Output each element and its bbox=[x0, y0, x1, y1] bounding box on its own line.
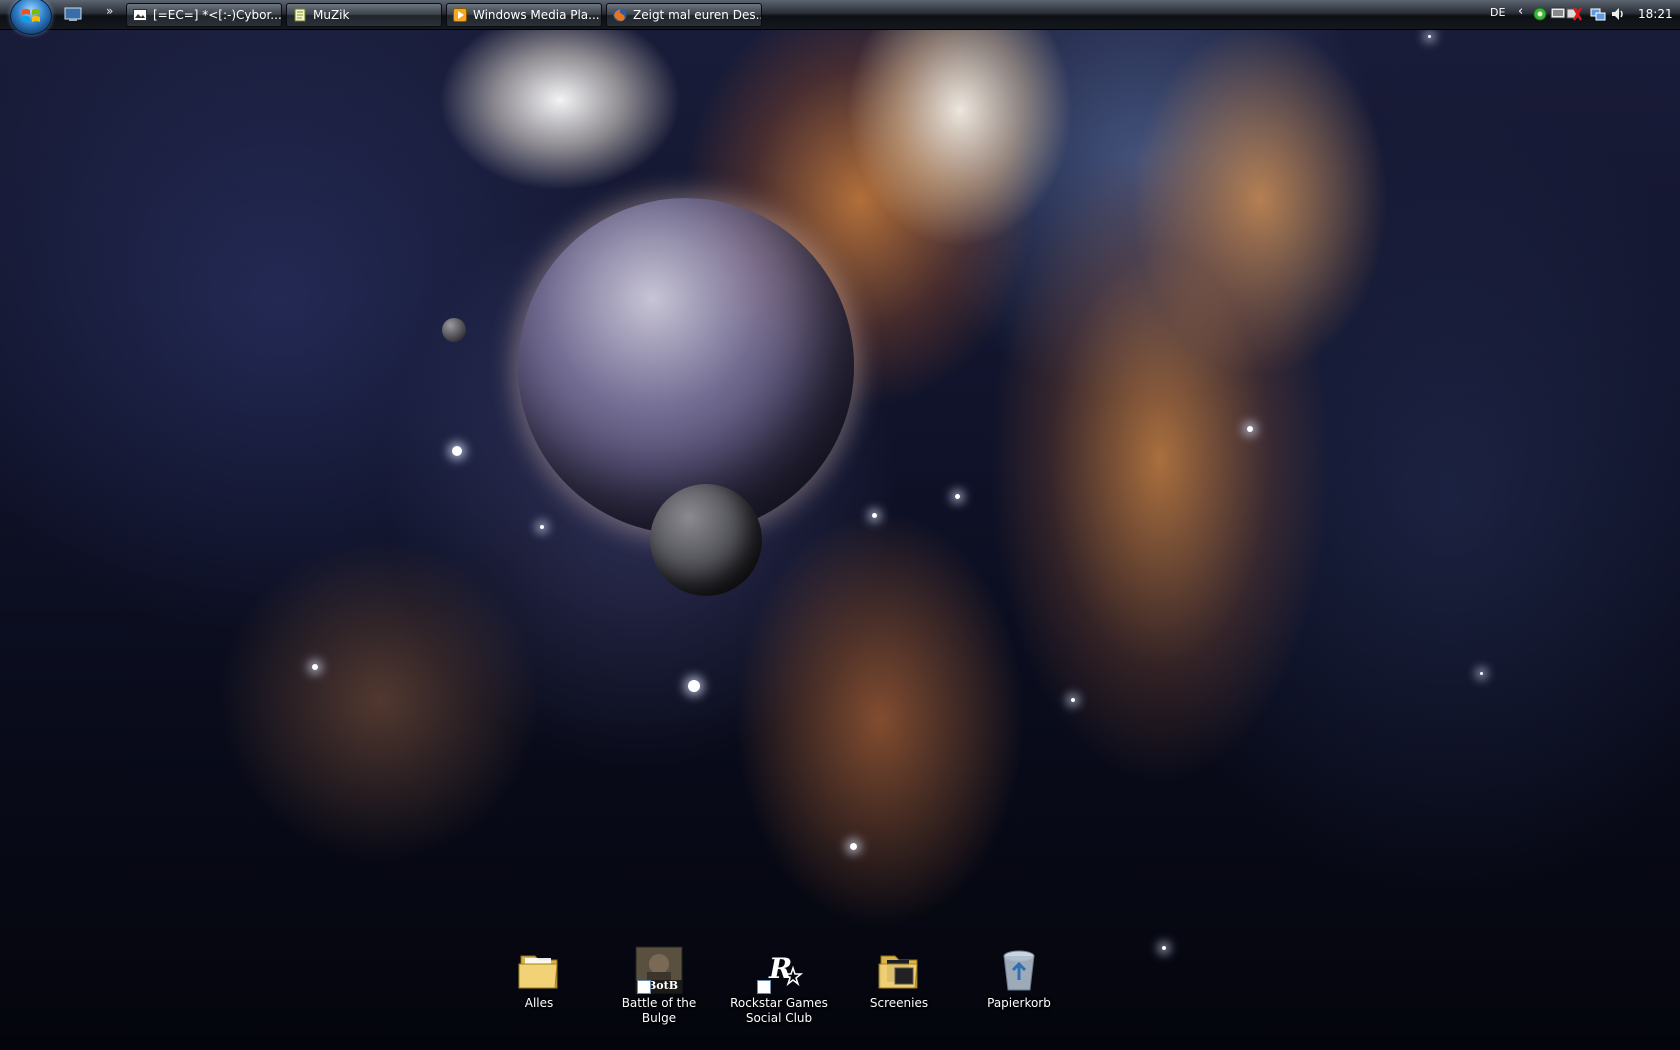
network-error-icon[interactable] bbox=[1566, 6, 1582, 22]
recycle-bin-icon bbox=[995, 946, 1043, 994]
desktop-icon-papierkorb[interactable]: Papierkorb bbox=[964, 946, 1074, 1011]
folder-icon bbox=[515, 946, 563, 994]
volume-icon[interactable] bbox=[1610, 6, 1626, 22]
desktop-icon-screenies[interactable]: Screenies bbox=[844, 946, 954, 1011]
show-desktop-icon[interactable] bbox=[64, 7, 82, 22]
windows-logo-icon bbox=[22, 9, 40, 22]
tray-expand-button[interactable]: ‹ bbox=[1518, 4, 1523, 19]
folder-icon bbox=[875, 946, 923, 994]
wallpaper-star bbox=[1162, 946, 1166, 950]
wallpaper-planet bbox=[518, 198, 854, 534]
desktop-icon-rockstar-social-club[interactable]: R Rockstar Games Social Club bbox=[724, 946, 834, 1026]
taskbar-button-label: Zeigt mal euren Des... bbox=[633, 8, 762, 22]
shortcut-arrow-icon bbox=[637, 980, 651, 994]
botb-game-icon: BotB bbox=[635, 946, 683, 994]
firefox-icon bbox=[613, 8, 627, 22]
taskbar-button-label: MuZik bbox=[313, 8, 350, 22]
wallpaper-star bbox=[872, 513, 877, 518]
taskbar: » [=EC=] *<[:-)Cybor... MuZik Windows Me… bbox=[0, 0, 1680, 35]
taskbar-button-cybor[interactable]: [=EC=] *<[:-)Cybor... bbox=[126, 3, 282, 27]
start-button[interactable] bbox=[10, 0, 52, 35]
media-player-icon bbox=[453, 8, 467, 22]
taskbar-button-label: [=EC=] *<[:-)Cybor... bbox=[153, 8, 282, 22]
clock[interactable]: 18:21 bbox=[1638, 7, 1673, 21]
taskbar-button-media-player[interactable]: Windows Media Pla... bbox=[446, 3, 602, 27]
desktop-icon-battle-of-the-bulge[interactable]: BotB Battle of the Bulge bbox=[604, 946, 714, 1026]
wallpaper-star bbox=[1480, 672, 1483, 675]
system-tray: DE ‹ 18:21 bbox=[1470, 0, 1680, 30]
desktop-icon-label: Screenies bbox=[869, 996, 929, 1010]
taskbar-button-muzik[interactable]: MuZik bbox=[286, 3, 442, 27]
wallpaper-star bbox=[1071, 698, 1075, 702]
green-gear-icon[interactable] bbox=[1532, 6, 1548, 22]
botb-badge-text: BotB bbox=[647, 979, 679, 992]
desktop-icon-label: Rockstar Games Social Club bbox=[730, 996, 828, 1025]
wallpaper-star bbox=[850, 843, 857, 850]
desktop-icon-label: Papierkorb bbox=[987, 996, 1051, 1010]
wallpaper-star bbox=[1428, 35, 1431, 38]
desktop-icon-alles[interactable]: Alles bbox=[484, 946, 594, 1011]
monitor-tray-icon[interactable] bbox=[1550, 6, 1566, 22]
quicklaunch-more-button[interactable]: » bbox=[106, 4, 113, 18]
picture-window-icon bbox=[133, 9, 147, 21]
desktop[interactable]: Alles BotB Battle of the Bulge R Rocksta… bbox=[0, 0, 1680, 1050]
wallpaper-small-moon bbox=[442, 318, 466, 342]
wallpaper-star bbox=[955, 494, 960, 499]
wallpaper-star bbox=[1247, 426, 1253, 432]
wallpaper-star bbox=[452, 446, 462, 456]
desktop-icon-label: Battle of the Bulge bbox=[621, 996, 697, 1025]
wallpaper-star bbox=[688, 680, 700, 692]
notepad-icon bbox=[294, 8, 306, 22]
taskbar-button-label: Windows Media Pla... bbox=[473, 8, 600, 22]
rockstar-icon: R bbox=[755, 946, 804, 994]
shortcut-arrow-icon bbox=[757, 980, 771, 994]
wallpaper-star bbox=[312, 664, 318, 670]
wallpaper-moon bbox=[650, 484, 762, 596]
language-indicator[interactable]: DE bbox=[1490, 6, 1505, 19]
desktop-icon-label: Alles bbox=[524, 996, 554, 1010]
network-icon[interactable] bbox=[1590, 6, 1606, 22]
wallpaper-star bbox=[540, 525, 544, 529]
taskbar-button-firefox[interactable]: Zeigt mal euren Des... bbox=[606, 3, 762, 27]
